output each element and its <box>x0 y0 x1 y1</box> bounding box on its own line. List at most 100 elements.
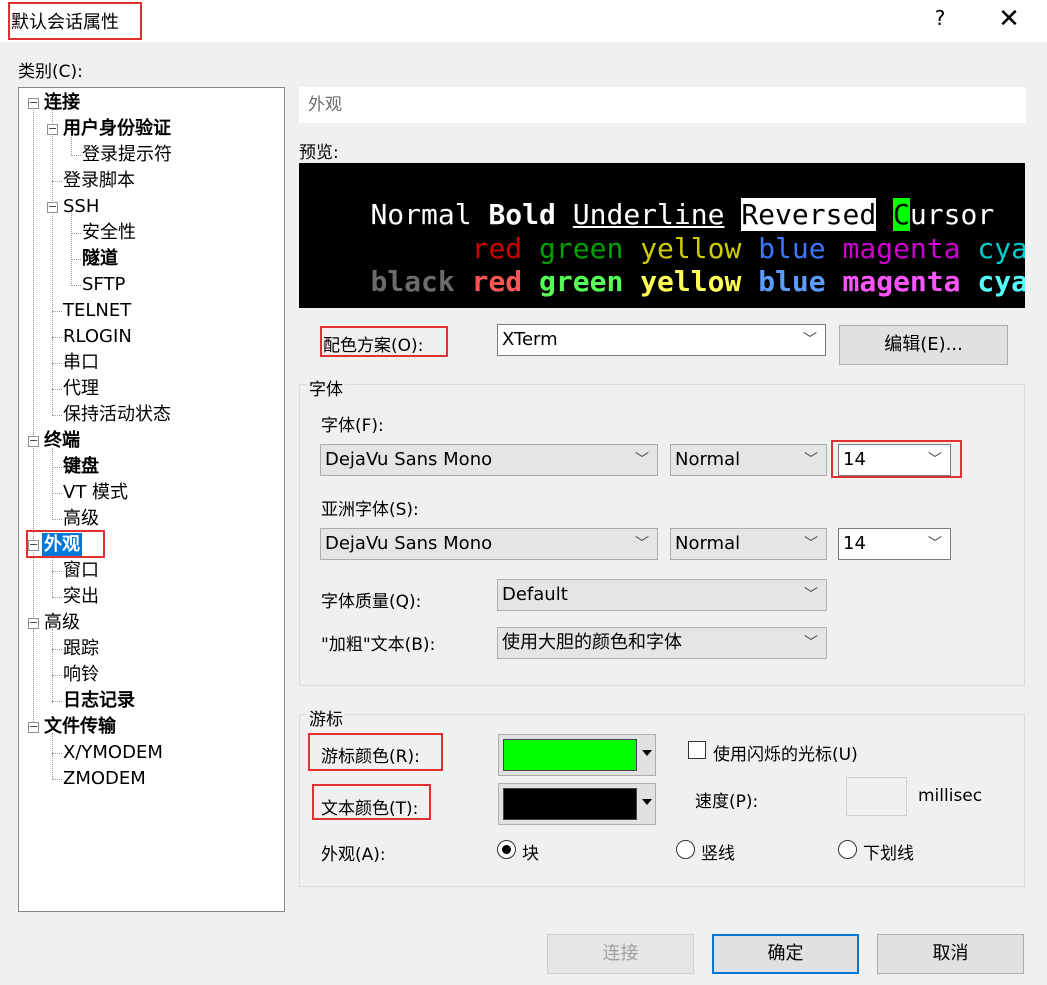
connect-button[interactable]: 连接 <box>547 934 694 974</box>
tree-item-logging[interactable]: 日志记录 <box>63 689 135 713</box>
font-size-select[interactable]: 14 ﹀ <box>838 444 951 476</box>
chevron-down-icon: ﹀ <box>804 587 818 603</box>
font-group-title: 字体 <box>307 375 345 400</box>
preview-label: 预览: <box>299 143 339 163</box>
tree-item-advanced[interactable]: 高级 <box>44 611 80 635</box>
collapse-icon[interactable]: − <box>28 435 39 447</box>
tree-item-login-prompt[interactable]: 登录提示符 <box>82 143 172 167</box>
tree-item-keyboard[interactable]: 键盘 <box>63 455 99 479</box>
chevron-down-icon: ﹀ <box>804 635 818 651</box>
text-color-picker[interactable] <box>498 783 656 825</box>
dropdown-arrow-icon <box>642 750 652 756</box>
tree-item-trace[interactable]: 跟踪 <box>63 637 99 661</box>
tree-item-ssh[interactable]: SSH <box>63 195 99 219</box>
collapse-icon[interactable]: − <box>47 123 58 135</box>
scheme-label: 配色方案(O): <box>323 336 424 356</box>
preview-blue-bold: blue <box>758 265 826 298</box>
preview-green-bold: green <box>539 265 624 298</box>
tree-item-vt-mode[interactable]: VT 模式 <box>63 481 128 505</box>
tree-item-login-script[interactable]: 登录脚本 <box>63 169 135 193</box>
chevron-down-icon: ﹀ <box>804 452 818 468</box>
underline-radio[interactable] <box>838 840 857 859</box>
speed-unit: millisec <box>918 786 983 806</box>
cancel-button[interactable]: 取消 <box>877 934 1024 974</box>
tree-item-serial[interactable]: 串口 <box>63 351 99 375</box>
chevron-down-icon: ﹀ <box>804 536 818 552</box>
quality-select[interactable]: Default ﹀ <box>497 579 827 611</box>
font-value: DejaVu Sans Mono <box>325 449 493 470</box>
collapse-icon[interactable]: − <box>28 721 39 733</box>
collapse-icon[interactable]: − <box>28 97 39 109</box>
chevron-down-icon: ﹀ <box>635 536 649 552</box>
font-style-select[interactable]: Normal ﹀ <box>670 444 827 476</box>
asian-size-select[interactable]: 14 ﹀ <box>838 528 951 560</box>
collapse-icon[interactable]: − <box>28 539 39 551</box>
category-tree[interactable]: − − − − − − − 连接 用户身份验证 登录提示符 登录脚本 SSH 安… <box>18 87 285 912</box>
asian-style-value: Normal <box>675 533 741 554</box>
underline-radio-label[interactable]: 下划线 <box>863 839 914 864</box>
preview-magenta-bold: magenta <box>842 265 961 298</box>
chevron-down-icon: ﹀ <box>635 452 649 468</box>
text-color-label: 文本颜色(T): <box>321 799 419 819</box>
asian-size-value: 14 <box>843 533 866 554</box>
collapse-icon[interactable]: − <box>47 201 58 213</box>
speed-input[interactable] <box>846 777 907 816</box>
asian-style-select[interactable]: Normal ﹀ <box>670 528 827 560</box>
tree-item-rlogin[interactable]: RLOGIN <box>63 325 132 349</box>
tree-item-window[interactable]: 窗口 <box>63 559 99 583</box>
cursor-appearance-label: 外观(A): <box>321 845 386 865</box>
page-title: 外观 <box>299 87 1026 123</box>
tree-item-security[interactable]: 安全性 <box>82 221 136 245</box>
cursor-color-label: 游标颜色(R): <box>321 747 420 767</box>
close-icon[interactable]: ✕ <box>995 4 1023 36</box>
tree-item-keepalive[interactable]: 保持活动状态 <box>63 403 171 427</box>
block-radio-label[interactable]: 块 <box>522 839 539 864</box>
tree-item-appearance[interactable]: 外观 <box>42 533 82 557</box>
edit-scheme-button[interactable]: 编辑(E)... <box>839 325 1008 365</box>
tree-item-zmodem[interactable]: ZMODEM <box>63 767 146 791</box>
preview-red-bold: red <box>471 265 523 298</box>
preview-yellow-bold: yellow <box>640 265 742 298</box>
terminal-preview: Normal Bold Underline Reversed Cursor re… <box>299 163 1025 308</box>
chevron-down-icon: ﹀ <box>928 452 942 468</box>
asian-font-value: DejaVu Sans Mono <box>325 533 493 554</box>
blink-cursor-checkbox[interactable] <box>688 741 706 759</box>
tree-item-xymodem[interactable]: X/YMODEM <box>63 741 163 765</box>
category-label: 类别(C): <box>18 62 83 82</box>
tree-item-tunnel[interactable]: 隧道 <box>82 247 118 271</box>
tree-item-auth[interactable]: 用户身份验证 <box>63 117 171 141</box>
tree-item-proxy[interactable]: 代理 <box>63 377 99 401</box>
bold-text-select[interactable]: 使用大胆的颜色和字体 ﹀ <box>497 627 827 659</box>
asian-font-select[interactable]: DejaVu Sans Mono ﹀ <box>320 528 658 560</box>
quality-value: Default <box>502 584 568 605</box>
tree-item-bell[interactable]: 响铃 <box>63 663 99 687</box>
ok-button[interactable]: 确定 <box>712 934 859 974</box>
vertical-bar-radio[interactable] <box>676 840 695 859</box>
cursor-color-picker[interactable] <box>498 734 656 776</box>
tree-item-sftp[interactable]: SFTP <box>82 273 125 297</box>
tree-item-terminal[interactable]: 终端 <box>44 429 80 453</box>
font-style-value: Normal <box>675 449 741 470</box>
preview-black-bold: black <box>370 265 455 298</box>
tree-item-terminal-advanced[interactable]: 高级 <box>63 507 99 531</box>
title-bar <box>0 0 1047 42</box>
tree-item-highlight[interactable]: 突出 <box>63 585 99 609</box>
block-radio[interactable] <box>497 840 516 859</box>
blink-cursor-label[interactable]: 使用闪烁的光标(U) <box>713 740 858 765</box>
quality-label: 字体质量(Q): <box>321 592 422 612</box>
vertical-bar-radio-label[interactable]: 竖线 <box>701 839 735 864</box>
chevron-down-icon: ﹀ <box>928 536 942 552</box>
bold-text-label: "加粗"文本(B): <box>321 635 436 655</box>
tree-item-connection[interactable]: 连接 <box>44 91 80 115</box>
font-select[interactable]: DejaVu Sans Mono ﹀ <box>320 444 658 476</box>
help-icon[interactable]: ? <box>928 6 952 34</box>
tree-item-telnet[interactable]: TELNET <box>63 299 131 323</box>
tree-item-file-transfer[interactable]: 文件传输 <box>44 715 116 739</box>
window-title: 默认会话属性 <box>11 12 119 33</box>
speed-label: 速度(P): <box>695 792 759 812</box>
collapse-icon[interactable]: − <box>28 617 39 629</box>
font-size-value: 14 <box>843 449 866 470</box>
scheme-select[interactable]: XTerm ﹀ <box>497 324 826 356</box>
text-color-swatch <box>503 788 637 820</box>
chevron-down-icon: ﹀ <box>803 332 817 348</box>
